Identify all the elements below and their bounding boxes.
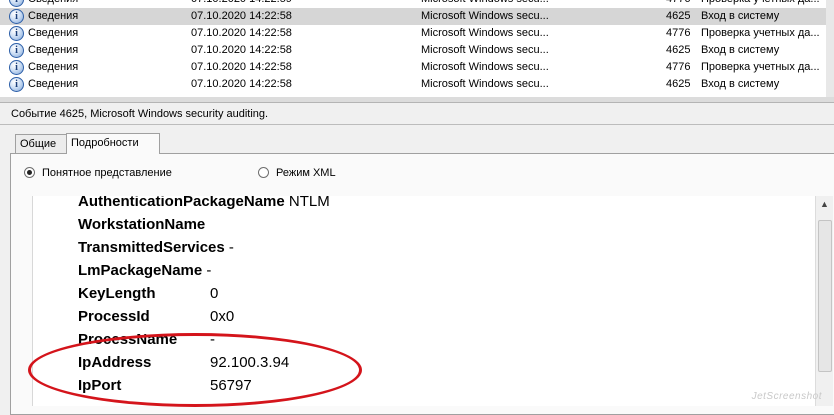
property-value: - — [210, 331, 215, 348]
event-date: 07.10.2020 14:22:59 — [191, 0, 411, 8]
event-source: Microsoft Windows secu... — [421, 78, 549, 90]
event-properties: AuthenticationPackageName NTLM Workstati… — [32, 196, 816, 406]
event-row[interactable]: i Сведения 07.10.2020 14:22:59 Microsoft… — [0, 0, 834, 8]
event-date: 07.10.2020 14:22:58 — [191, 44, 292, 56]
event-level: Сведения — [28, 61, 79, 73]
scroll-up-arrow-icon[interactable]: ▲ — [816, 196, 833, 213]
event-source: Microsoft Windows secu... — [421, 61, 549, 73]
tab-details[interactable]: Подробности — [66, 133, 160, 154]
event-detail-title: Событие 4625, Microsoft Windows security… — [0, 103, 834, 125]
event-source: Microsoft Windows secu... — [421, 44, 549, 56]
info-icon: i — [9, 9, 24, 24]
view-mode-options: Понятное представление Режим XML — [0, 163, 834, 183]
property-row: TransmittedServices - — [78, 236, 234, 259]
property-row-ip-address: IpAddress 92.100.3.94 — [78, 351, 289, 374]
info-icon: i — [9, 60, 24, 75]
event-row-selected[interactable]: i Сведения 07.10.2020 14:22:58 Microsoft… — [0, 8, 834, 25]
event-list-scrollbar[interactable] — [826, 0, 834, 97]
property-value: 56797 — [210, 377, 252, 394]
property-key: KeyLength — [78, 285, 156, 302]
event-id: 4776 — [666, 27, 691, 39]
event-category: Проверка учетных да... — [701, 61, 820, 73]
event-row[interactable]: i Сведения 07.10.2020 14:22:58 Microsoft… — [0, 25, 834, 42]
detail-tabs: Общие Подробности — [0, 125, 834, 154]
info-icon: i — [9, 43, 24, 58]
property-value: 0 — [210, 285, 219, 302]
event-list[interactable]: i Сведения 07.10.2020 14:22:59 Microsoft… — [0, 0, 834, 98]
event-date: 07.10.2020 14:22:58 — [191, 27, 292, 39]
scroll-thumb[interactable] — [818, 220, 832, 372]
event-level: Сведения — [28, 0, 178, 8]
event-level: Сведения — [28, 10, 79, 22]
event-category: Вход в систему — [701, 10, 780, 22]
property-key: LmPackageName — [78, 262, 203, 279]
event-category: Вход в систему — [701, 78, 780, 90]
property-row: WorkstationName — [78, 213, 205, 236]
friendly-view-label[interactable]: Понятное представление — [42, 163, 172, 183]
property-key: ProcessName — [78, 331, 178, 348]
property-value: 92.100.3.94 — [210, 354, 290, 371]
property-row: AuthenticationPackageName NTLM — [78, 196, 330, 213]
event-row[interactable]: i Сведения 07.10.2020 14:22:58 Microsoft… — [0, 42, 834, 59]
watermark: JetScreenshot — [751, 391, 822, 402]
event-id: 4625 — [666, 78, 691, 90]
event-category: Проверка учетных да... — [701, 0, 827, 8]
property-key: IpPort — [78, 377, 122, 394]
info-icon: i — [9, 26, 24, 41]
tab-general[interactable]: Общие — [15, 134, 67, 153]
event-row[interactable]: i Сведения 07.10.2020 14:22:58 Microsoft… — [0, 76, 834, 93]
event-level: Сведения — [28, 44, 79, 56]
property-value: 0x0 — [210, 308, 235, 325]
event-level: Сведения — [28, 78, 79, 90]
event-category: Проверка учетных да... — [701, 27, 820, 39]
friendly-view-radio[interactable] — [24, 167, 35, 178]
event-date: 07.10.2020 14:22:58 — [191, 10, 292, 22]
event-source: Microsoft Windows secu... — [421, 27, 549, 39]
property-row: ProcessId 0x0 — [78, 305, 234, 328]
event-date: 07.10.2020 14:22:58 — [191, 78, 292, 90]
property-value: - — [206, 262, 212, 279]
xml-view-radio[interactable] — [258, 167, 269, 178]
event-source: Microsoft Windows secu... — [421, 0, 549, 8]
event-level: Сведения — [28, 27, 79, 39]
event-id: 4776 — [666, 61, 691, 73]
event-id: 4625 — [666, 44, 691, 56]
property-row: LmPackageName - — [78, 259, 211, 282]
property-key: AuthenticationPackageName — [78, 196, 285, 210]
event-id: 4776 — [666, 0, 694, 8]
properties-scrollbar[interactable]: ▲ — [815, 196, 833, 406]
event-category: Вход в систему — [701, 44, 780, 56]
property-key: TransmittedServices — [78, 239, 225, 256]
property-key: ProcessId — [78, 308, 150, 325]
event-source: Microsoft Windows secu... — [421, 10, 549, 22]
event-row[interactable]: i Сведения 07.10.2020 14:22:58 Microsoft… — [0, 59, 834, 76]
property-row-ip-port: IpPort 56797 — [78, 374, 252, 397]
property-value: - — [228, 239, 234, 256]
property-value: NTLM — [288, 196, 330, 210]
property-key: WorkstationName — [78, 216, 206, 233]
property-row: ProcessName - — [78, 328, 215, 351]
event-id: 4625 — [666, 10, 691, 22]
info-icon: i — [9, 77, 24, 92]
event-date: 07.10.2020 14:22:58 — [191, 61, 292, 73]
property-row: KeyLength 0 — [78, 282, 218, 305]
info-icon: i — [9, 0, 24, 7]
property-key: IpAddress — [78, 354, 152, 371]
xml-view-label[interactable]: Режим XML — [276, 163, 336, 183]
